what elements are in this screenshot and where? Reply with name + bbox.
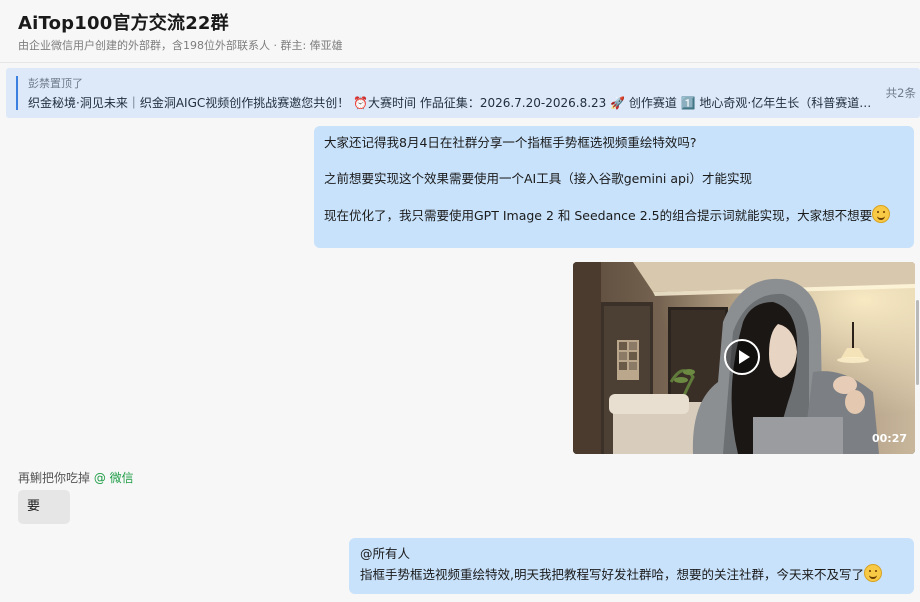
- play-icon[interactable]: [724, 339, 760, 375]
- message-bubble-self[interactable]: 大家还记得我8月4日在社群分享一个指框手势框选视频重绘特效吗? 之前想要实现这个…: [314, 126, 914, 248]
- pinned-by-label: 彭禁置顶了: [28, 77, 83, 90]
- message-line: 现在优化了，我只需要使用GPT Image 2 和 Seedance 2.5的组…: [324, 208, 873, 223]
- message-line: 大家还记得我8月4日在社群分享一个指框手势框选视频重绘特效吗?: [324, 135, 697, 150]
- message-line: 之前想要实现这个效果需要使用一个AI工具（接入谷歌gemini api）才能实现: [324, 171, 752, 186]
- message-bubble-other[interactable]: 要: [18, 490, 70, 524]
- sender-name[interactable]: 再鯏把你吃掉: [18, 471, 90, 485]
- grimacing-face-icon: [872, 205, 891, 223]
- message-sender: 再鯏把你吃掉 @ 微信: [18, 469, 134, 486]
- pinned-announcement[interactable]: 彭禁置顶了 织金秘境·洞见未来｜织金洞AIGC视频创作挑战赛邀您共创！ ⏰大赛时…: [6, 68, 920, 118]
- message-line: 指框手势框选视频重绘特效,明天我把教程写好发社群哈，想要的关注社群，今天来不及写…: [360, 567, 864, 582]
- chat-header: AiTop100官方交流22群 由企业微信用户创建的外部群，含198位外部联系人…: [0, 0, 920, 63]
- group-title[interactable]: AiTop100官方交流22群: [18, 9, 229, 35]
- video-message[interactable]: 00:27: [573, 262, 915, 454]
- scrollbar[interactable]: [916, 300, 919, 385]
- winking-face-icon: [863, 564, 882, 582]
- video-duration: 00:27: [871, 432, 907, 445]
- sender-source: @ 微信: [93, 471, 134, 485]
- group-subtitle: 由企业微信用户创建的外部群，含198位外部联系人 · 群主: 俸亚雄: [18, 39, 343, 52]
- pinned-accent-bar: [16, 76, 18, 110]
- pinned-count[interactable]: 共2条: [886, 85, 916, 101]
- mention-all: @所有人: [360, 546, 411, 561]
- pinned-message-text[interactable]: 织金秘境·洞见未来｜织金洞AIGC视频创作挑战赛邀您共创！ ⏰大赛时间 作品征集…: [28, 94, 874, 111]
- message-bubble-self[interactable]: @所有人 指框手势框选视频重绘特效,明天我把教程写好发社群哈，想要的关注社群，今…: [349, 538, 914, 594]
